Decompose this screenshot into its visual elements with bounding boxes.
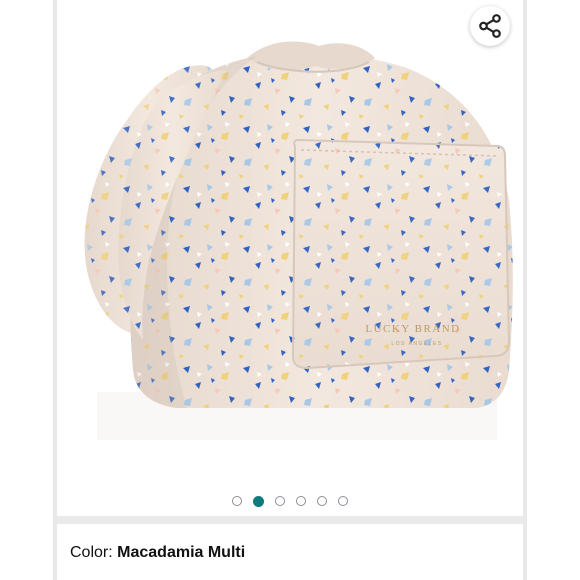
carousel-indicators: [57, 486, 523, 516]
color-selection: Color: Macadamia Multi: [70, 544, 245, 562]
color-label: Color:: [70, 544, 113, 561]
color-value: Macadamia Multi: [117, 544, 246, 561]
bag-illustration: LUCKY BRAND LOS ANGELES: [84, 41, 513, 440]
share-button[interactable]: [470, 6, 510, 46]
carousel-dot-3[interactable]: [275, 496, 285, 506]
brand-subprint: LOS ANGELES: [391, 341, 442, 347]
carousel-dot-4[interactable]: [296, 496, 306, 506]
carousel-dot-1[interactable]: [232, 496, 242, 506]
carousel-dot-2[interactable]: [253, 495, 264, 507]
section-divider: [57, 516, 523, 524]
share-icon: [479, 14, 501, 38]
right-border: [523, 0, 527, 580]
page-frame: LUCKY BRAND LOS ANGELES Color: Macadamia…: [0, 0, 580, 580]
brand-print: LUCKY BRAND: [365, 323, 460, 335]
carousel-dot-6[interactable]: [338, 496, 348, 506]
carousel-dot-5[interactable]: [317, 496, 327, 506]
product-image[interactable]: LUCKY BRAND LOS ANGELES: [57, 0, 523, 486]
